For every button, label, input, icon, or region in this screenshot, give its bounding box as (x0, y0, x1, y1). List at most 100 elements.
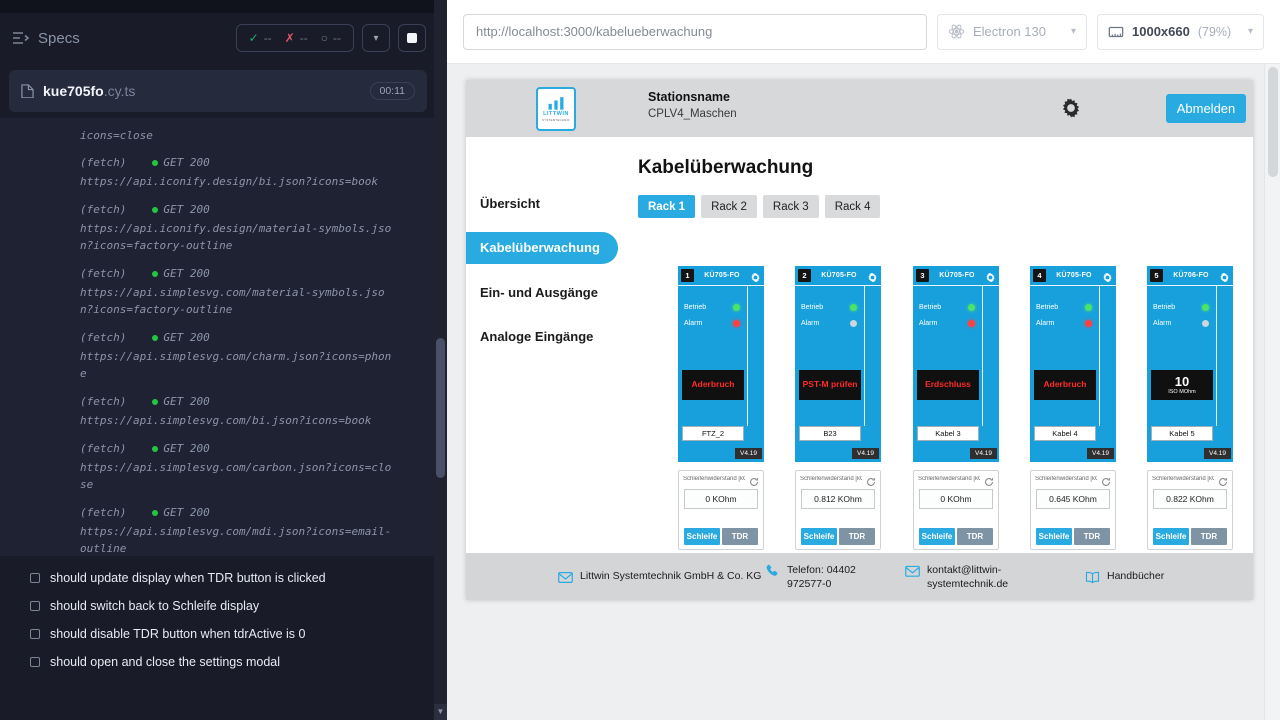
status-text: PST-M prüfen (803, 380, 858, 389)
tdr-button[interactable]: TDR (839, 528, 875, 545)
http-status: GET 200 (163, 504, 209, 521)
page-scrollbar[interactable] (1264, 64, 1280, 720)
device-gear-icon[interactable] (867, 270, 878, 281)
device-number: 3 (916, 269, 929, 282)
logout-button[interactable]: Abmelden (1166, 94, 1246, 123)
collapse-button[interactable]: ▾ (362, 24, 390, 52)
log-entry[interactable]: (fetch)GET 200 https://api.simplesvg.com… (80, 504, 392, 556)
log-entry[interactable]: (fetch)GET 200 https://api.simplesvg.com… (80, 329, 392, 382)
viewport-selector[interactable]: 1000x660 (79%) ▾ (1097, 14, 1264, 50)
card-divider (982, 286, 983, 426)
nav-ein-und-ausgaenge[interactable]: Ein- und Ausgänge (466, 279, 606, 307)
firmware-version: V4.19 (970, 448, 997, 459)
schleife-button[interactable]: Schleife (801, 528, 837, 545)
tab-rack-3[interactable]: Rack 3 (763, 195, 819, 218)
device-gear-icon[interactable] (750, 270, 761, 281)
measurement-panel-3: Schleifenwiderstand [kOhm] 0 KOhm Schlei… (913, 470, 999, 550)
request-url: https://api.iconify.design/bi.json?icons… (80, 173, 392, 190)
specs-link[interactable]: Specs (38, 30, 80, 47)
electron-icon (948, 23, 965, 40)
status-ok-dot (152, 207, 158, 213)
page-title: Kabelüberwachung (638, 157, 813, 179)
log-entry[interactable]: (fetch)GET 200 https://api.iconify.desig… (80, 154, 392, 190)
test-item[interactable]: should switch back to Schleife display (0, 592, 434, 620)
spec-file-row[interactable]: kue705fo.cy.ts 00:11 (9, 70, 427, 112)
device-gear-icon[interactable] (1102, 270, 1113, 281)
fetch-label: (fetch) (80, 265, 126, 282)
app-main: Kabelüberwachung Rack 1 Rack 2 Rack 3 Ra… (618, 137, 1253, 553)
alarm-label: Alarm (1153, 320, 1171, 327)
refresh-icon[interactable] (749, 474, 759, 484)
test-item[interactable]: should update display when TDR button is… (0, 564, 434, 592)
logo-glyph (546, 96, 566, 110)
refresh-icon[interactable] (984, 474, 994, 484)
card-header: 1 KÜ705-FO (678, 266, 764, 286)
tab-rack-4[interactable]: Rack 4 (825, 195, 881, 218)
runner-scrollbar-thumb[interactable] (436, 338, 445, 478)
status-ok-dot (152, 271, 158, 277)
alarm-row: Alarm (684, 320, 740, 327)
betrieb-label: Betrieb (1036, 304, 1058, 311)
betrieb-led (733, 304, 740, 311)
http-status: GET 200 (163, 393, 209, 410)
betrieb-label: Betrieb (684, 304, 706, 311)
cable-name: Kabel 5 (1151, 426, 1213, 441)
log-entry[interactable]: (fetch)GET 200 https://api.iconify.desig… (80, 201, 392, 254)
device-card-1: 1 KÜ705-FO Betrieb Alarm Aderbruch FTZ_2… (678, 266, 764, 462)
footer-manuals[interactable]: Handbücher (1085, 569, 1164, 585)
viewport-icon (1108, 24, 1124, 40)
tab-rack-2[interactable]: Rack 2 (701, 195, 757, 218)
card-header: 2 KÜ705-FO (795, 266, 881, 286)
footer-phone: Telefon: 04402 972577-0 (765, 562, 887, 590)
tdr-button[interactable]: TDR (957, 528, 993, 545)
refresh-icon[interactable] (1101, 474, 1111, 484)
status-ok-dot (152, 399, 158, 405)
schleife-button[interactable]: Schleife (1036, 528, 1072, 545)
page-scrollbar-thumb[interactable] (1268, 67, 1278, 177)
logo-text: LITTWIN (543, 111, 569, 117)
runner-scrollbar[interactable]: ▼ (434, 0, 447, 720)
alarm-label: Alarm (684, 320, 702, 327)
schleife-button[interactable]: Schleife (919, 528, 955, 545)
card-divider (1216, 286, 1217, 426)
test-box-icon (30, 657, 40, 667)
tdr-button[interactable]: TDR (1191, 528, 1227, 545)
measurement-panel-2: Schleifenwiderstand [kOhm] 0.812 KOhm Sc… (795, 470, 881, 550)
browser-panel: http://localhost:3000/kabelueberwachung … (447, 0, 1280, 720)
device-column: 5 KÜ706-FO Betrieb Alarm 10ISO MOhm Kabe… (1147, 266, 1233, 550)
schleife-button[interactable]: Schleife (684, 528, 720, 545)
tab-rack-1[interactable]: Rack 1 (638, 195, 695, 218)
test-box-icon (30, 573, 40, 583)
nav-uebersicht[interactable]: Übersicht (466, 190, 606, 218)
specs-menu-icon[interactable] (12, 31, 30, 45)
viewport-zoom: (79%) (1198, 25, 1231, 39)
device-gear-icon[interactable] (1219, 270, 1230, 281)
test-item[interactable]: should disable TDR button when tdrActive… (0, 620, 434, 648)
log-entry[interactable]: (fetch)GET 200 https://api.simplesvg.com… (80, 440, 392, 493)
tdr-button[interactable]: TDR (722, 528, 758, 545)
command-log: icons=close (fetch)GET 200 https://api.i… (0, 118, 434, 556)
nav-analoge-eingaenge[interactable]: Analoge Eingänge (466, 323, 606, 351)
device-gear-icon[interactable] (985, 270, 996, 281)
browser-selector[interactable]: Electron 130 ▾ (937, 14, 1087, 50)
fetch-label: (fetch) (80, 154, 126, 171)
log-entry[interactable]: (fetch)GET 200 https://api.simplesvg.com… (80, 393, 392, 429)
url-bar[interactable]: http://localhost:3000/kabelueberwachung (463, 14, 927, 50)
nav-kabelueberwachung[interactable]: Kabelüberwachung (466, 232, 618, 264)
x-icon: ✗ (285, 31, 295, 45)
schleife-button[interactable]: Schleife (1153, 528, 1189, 545)
refresh-icon[interactable] (866, 474, 876, 484)
stop-button[interactable] (398, 24, 426, 52)
test-item[interactable]: should open and close the settings modal (0, 648, 434, 676)
scroll-down-arrow[interactable]: ▼ (434, 704, 447, 720)
log-entry[interactable]: (fetch)GET 200 https://api.simplesvg.com… (80, 265, 392, 318)
status-display: PST-M prüfen (799, 370, 861, 400)
tdr-button[interactable]: TDR (1074, 528, 1110, 545)
refresh-icon[interactable] (1218, 474, 1228, 484)
settings-gear-icon[interactable] (1060, 97, 1082, 119)
fetch-label: (fetch) (80, 440, 126, 457)
spec-extension: .cy.ts (104, 83, 136, 99)
stop-icon (407, 33, 417, 43)
book-icon (1085, 570, 1100, 585)
failed-stat: ✗-- (285, 31, 308, 45)
